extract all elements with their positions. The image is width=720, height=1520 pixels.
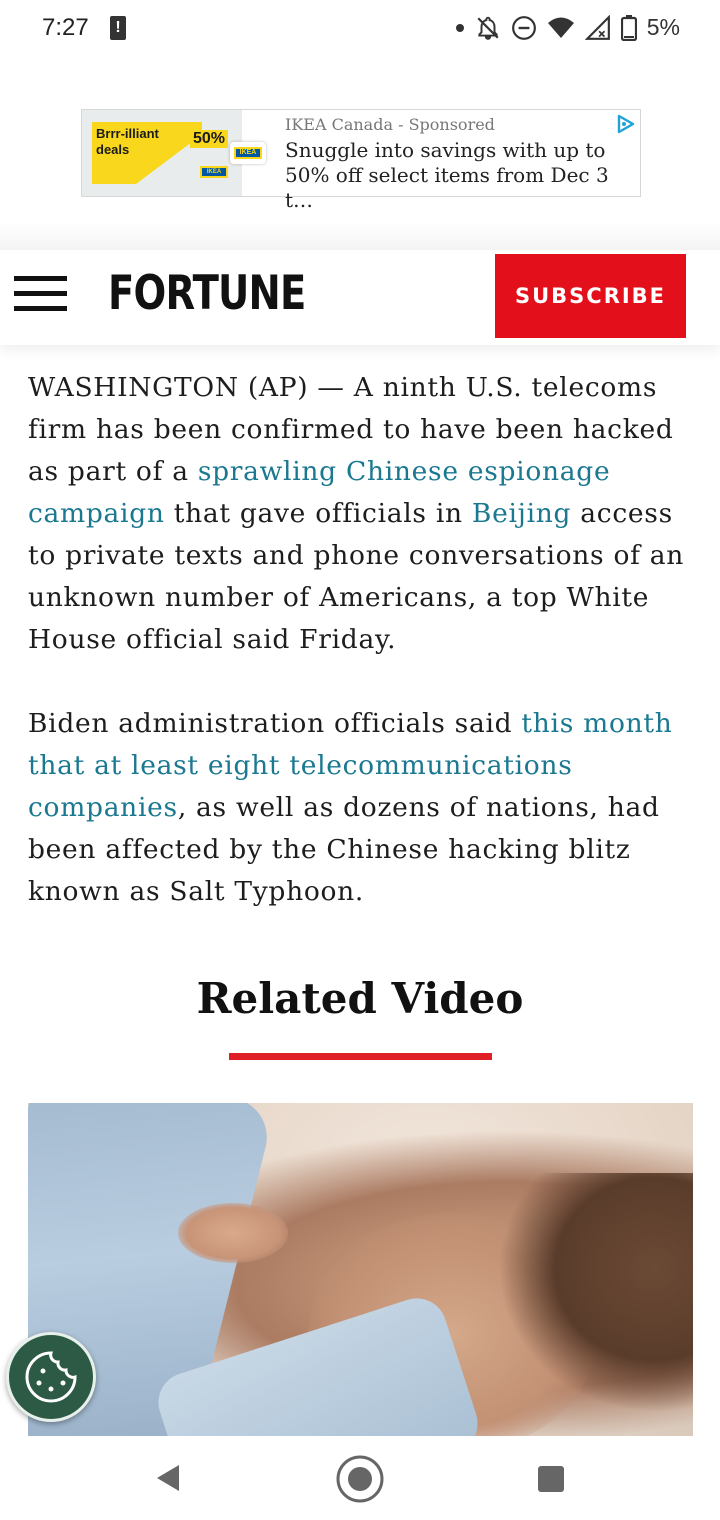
ikea-logo-icon: IKEA [234, 147, 262, 159]
notifications-off-icon [477, 16, 499, 40]
title-underline [229, 1053, 492, 1060]
paragraph-text: Biden administration officials said [28, 708, 522, 739]
site-header: FORTUNE SUBSCRIBE [0, 250, 720, 345]
link-beijing[interactable]: Beijing [472, 498, 571, 529]
battery-icon [620, 14, 637, 41]
dot-icon [455, 23, 464, 32]
video-thumbnail[interactable] [28, 1103, 693, 1436]
video-image-hair [498, 1173, 693, 1413]
status-time: 7:27 [42, 14, 89, 41]
do-not-disturb-icon [511, 15, 536, 40]
cookie-settings-button[interactable] [6, 1332, 96, 1422]
hamburger-menu-icon[interactable] [14, 276, 68, 316]
back-triangle-icon[interactable] [155, 1464, 181, 1492]
signal-icon [584, 14, 610, 40]
ad-headline[interactable]: Snuggle into savings with up to 50% off … [285, 138, 635, 213]
article-paragraph-2: Biden administration officials said this… [28, 703, 694, 913]
advertiser-logo: IKEA [230, 142, 266, 164]
ad-area: Brrr-illiant deals 50% IKEA IKEA IKEA Ca… [0, 60, 720, 250]
ad-image[interactable]: Brrr-illiant deals 50% IKEA [82, 110, 242, 196]
recents-square-icon[interactable] [538, 1466, 564, 1492]
ad-choices-icon[interactable] [616, 114, 636, 134]
ad-image-percent: 50% [190, 130, 229, 148]
status-bar: 7:27 ! 5% [0, 0, 720, 60]
ad-image-brand-logo: IKEA [200, 166, 228, 178]
home-circle-icon[interactable] [335, 1454, 385, 1504]
ad-image-text: Brrr-illiant deals [96, 126, 159, 157]
paragraph-text: that gave officials in [164, 498, 472, 529]
wifi-icon [547, 17, 574, 38]
subscribe-button[interactable]: SUBSCRIBE [495, 254, 686, 338]
status-icons: 5% [455, 14, 680, 41]
cookie-icon [25, 1351, 77, 1403]
ad-card[interactable]: Brrr-illiant deals 50% IKEA IKEA IKEA Ca… [81, 109, 641, 212]
article-body: WASHINGTON (AP) — A ninth U.S. telecoms … [28, 367, 694, 955]
system-nav-bar [0, 1436, 720, 1520]
article-paragraph-1: WASHINGTON (AP) — A ninth U.S. telecoms … [28, 367, 694, 661]
alert-icon: ! [110, 16, 126, 40]
video-image-hand [178, 1203, 288, 1263]
ad-sponsor: IKEA Canada - Sponsored [285, 115, 495, 134]
battery-percentage: 5% [646, 14, 680, 40]
related-video-title: Related Video [196, 974, 524, 1023]
fortune-logo[interactable]: FORTUNE [108, 266, 306, 321]
